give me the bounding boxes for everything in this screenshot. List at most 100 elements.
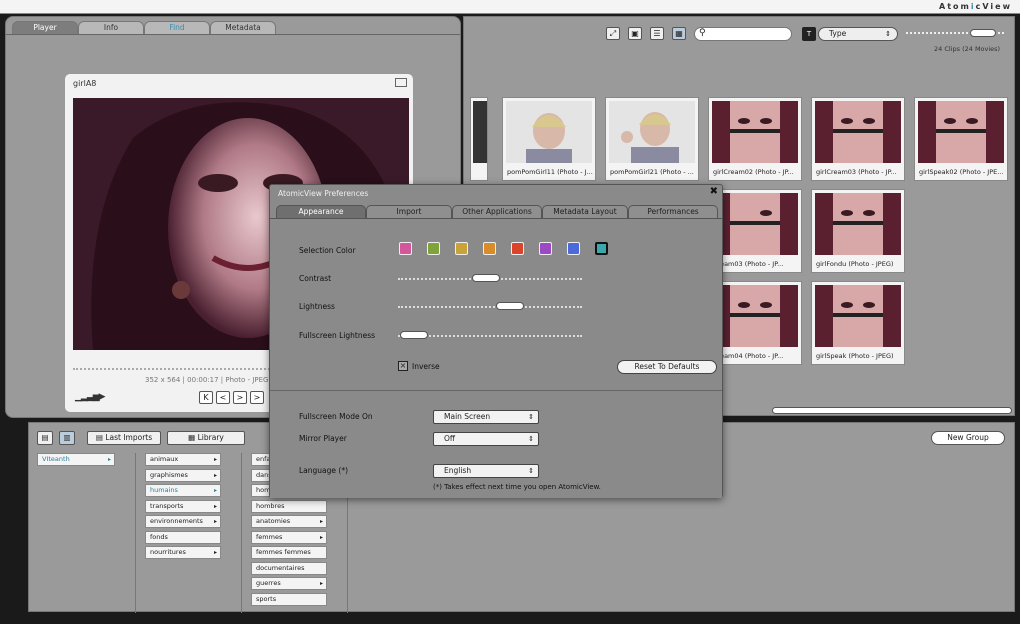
thumbnail-image [815,101,901,163]
tab-info[interactable]: Info [78,21,144,34]
library-item[interactable]: fonds [145,531,221,544]
color-swatch[interactable] [455,242,468,255]
fullscreen-lightness-slider-handle[interactable] [400,331,428,339]
chevron-updown-icon: ⇕ [528,413,534,421]
clip-thumbnail[interactable]: girlSpeak02 (Photo - JPE... [914,97,1008,181]
clip-thumbnail[interactable]: pomPomGirl21 (Photo - ... [605,97,699,181]
clip-thumbnail[interactable]: girlSpeak (Photo - JPEG) [811,281,905,365]
dialog-body [270,218,722,498]
new-group-button[interactable]: New Group [931,431,1005,445]
lightness-slider-track[interactable] [398,306,582,308]
color-swatch[interactable] [427,242,440,255]
color-swatch[interactable] [539,242,552,255]
library-item[interactable]: graphismes ▸ [145,469,221,482]
prev-button[interactable]: < [216,391,230,404]
chevron-updown-icon: ⇕ [528,467,534,475]
library-item[interactable]: humains ▸ [145,484,221,497]
inverse-label: Inverse [412,362,440,371]
fullscreen-icon[interactable] [395,78,407,87]
clip-metadata: 352 x 564 | 00:00:17 | Photo - JPEG | 3 [145,376,280,384]
library-item[interactable]: femmes ▸ [251,531,327,544]
chevron-right-icon: ▸ [319,534,323,541]
reset-defaults-button[interactable]: Reset To Defaults [617,360,717,374]
tab-find[interactable]: Find [144,21,210,34]
library-item[interactable]: nourritures ▸ [145,546,221,559]
clip-thumbnail[interactable] [470,97,488,181]
column-view-icon[interactable]: ▥ [59,431,75,445]
color-swatch[interactable] [483,242,496,255]
search-input[interactable] [694,27,792,41]
column-divider [135,453,136,613]
inverse-checkbox[interactable]: × [398,361,408,371]
library-item[interactable]: guerres ▸ [251,577,327,590]
contrast-slider-handle[interactable] [472,274,500,282]
clip-count: 24 Clips (24 Movies) [934,45,1001,53]
color-swatch[interactable] [511,242,524,255]
tab-performances[interactable]: Performances [628,205,718,218]
color-swatch-selected[interactable] [595,242,608,255]
tab-other-applications[interactable]: Other Applications [452,205,542,218]
color-swatch[interactable] [567,242,580,255]
thumbnail-image [609,101,695,163]
expand-icon[interactable]: ⤢ [606,27,620,40]
tab-metadata[interactable]: Metadata [210,21,276,34]
forward-button[interactable]: > [250,391,264,404]
selection-color-label: Selection Color [299,246,356,255]
library-item[interactable]: VIteanth ▸ [37,453,115,466]
thumbnail-caption: pomPomGirl21 (Photo - ... [610,168,694,176]
library-item[interactable]: environnements ▸ [145,515,221,528]
list-view-icon[interactable]: ▤ [37,431,53,445]
color-swatch[interactable] [399,242,412,255]
grid-view-icon[interactable]: ▦ [672,27,686,40]
library-item[interactable]: anatomies ▸ [251,515,327,528]
chevron-right-icon: ▸ [213,503,217,510]
clip-thumbnail[interactable]: girlCream03 (Photo - JP... [811,97,905,181]
library-item[interactable]: animaux ▸ [145,453,221,466]
chevron-updown-icon: ⇕ [528,435,534,443]
library-item[interactable]: transports ▸ [145,500,221,513]
zoom-slider-handle[interactable] [970,29,996,37]
fullscreen-mode-select[interactable]: Main Screen ⇕ [433,410,539,424]
list-view-icon[interactable]: ☰ [650,27,664,40]
chevron-right-icon: ▸ [213,549,217,556]
language-select[interactable]: English ⇕ [433,464,539,478]
thumbnail-image [712,193,798,255]
lightness-slider-handle[interactable] [496,302,524,310]
library-button[interactable]: ▦ Library [167,431,245,445]
thumbnail-caption: Cream03 (Photo - JP... [713,260,784,268]
clip-thumbnail[interactable]: girlFondu (Photo - JPEG) [811,189,905,273]
tab-appearance[interactable]: Appearance [276,205,366,218]
last-imports-button[interactable]: ▤ Last Imports [87,431,161,445]
library-item[interactable]: hombres [251,500,327,513]
tab-player[interactable]: Player [12,21,78,34]
chevron-right-icon: ▸ [213,456,217,463]
type-filter-icon[interactable]: T [802,27,816,41]
clip-thumbnail[interactable]: pomPomGirl11 (Photo - J... [502,97,596,181]
language-note: (*) Takes effect next time you open Atom… [433,483,601,491]
library-item[interactable]: documentaires [251,562,327,575]
rewind-button[interactable]: K [199,391,213,404]
tab-import[interactable]: Import [366,205,452,218]
thumbnail-image [712,101,798,163]
library-item[interactable]: femmes femmes [251,546,327,559]
tab-metadata-layout[interactable]: Metadata Layout [542,205,628,218]
dialog-divider [270,390,722,391]
lock-icon[interactable]: ▣ [628,27,642,40]
library-item[interactable]: sports [251,593,327,606]
volume-icon[interactable]: ▁▂▃▅▶ [75,392,106,402]
thumbnail-caption: Cream04 (Photo - JP... [713,352,784,360]
next-button[interactable]: > [233,391,247,404]
close-icon[interactable]: ✖ [710,186,718,197]
chevron-right-icon: ▸ [213,518,217,525]
thumbnail-caption: girlCream02 (Photo - JP... [713,168,794,176]
chevron-right-icon: ▸ [319,518,323,525]
tab-divider [6,34,460,35]
type-select[interactable]: Type ⇕ [818,27,898,41]
clip-thumbnail[interactable]: girlCream02 (Photo - JP... [708,97,802,181]
mirror-player-label: Mirror Player [299,434,347,443]
last-imports-icon: ▤ [95,433,106,442]
horizontal-scrollbar[interactable] [772,407,1012,414]
mirror-player-select[interactable]: Off ⇕ [433,432,539,446]
thumbnail-caption: girlSpeak02 (Photo - JPE... [919,168,1004,176]
search-icon: ⚲ [699,28,706,38]
